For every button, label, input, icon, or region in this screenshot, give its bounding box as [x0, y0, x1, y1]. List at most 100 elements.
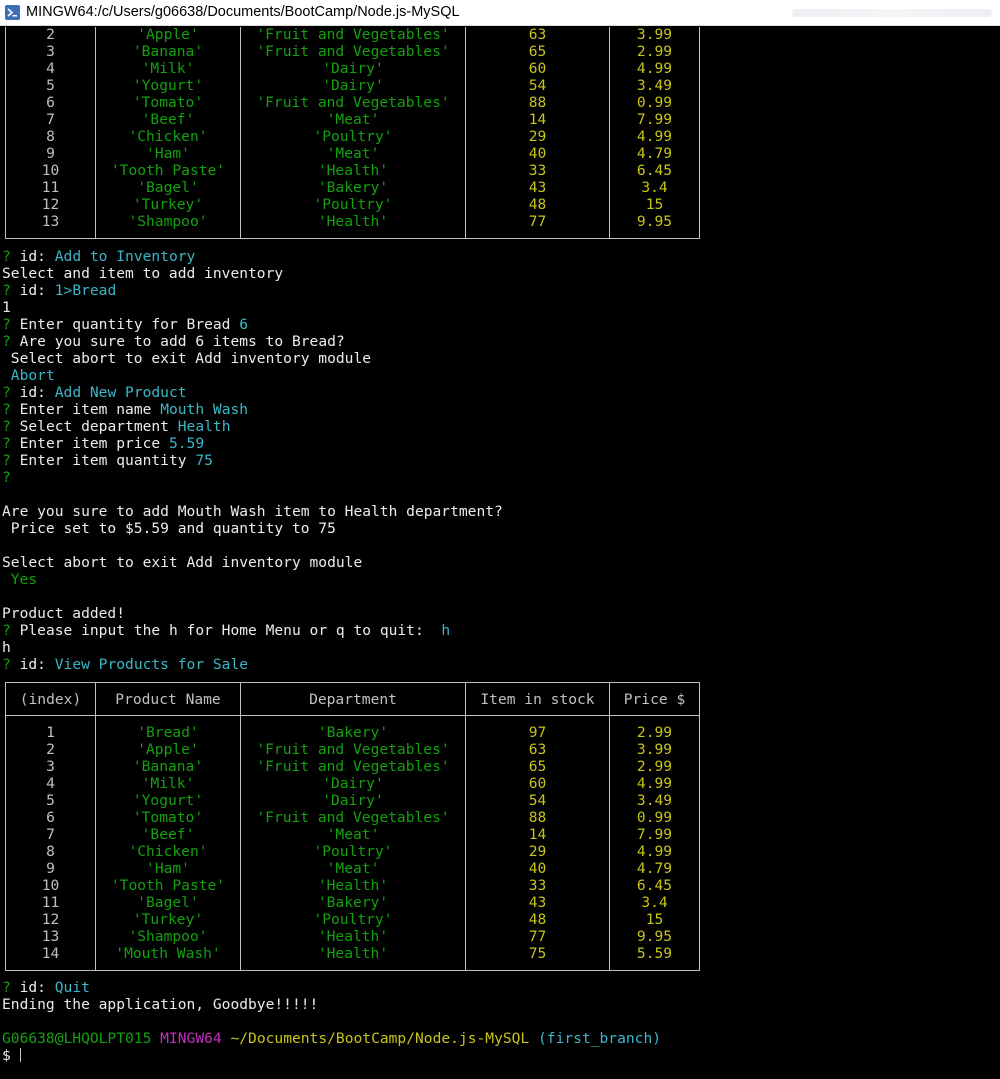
log-line: Are you sure to add Mouth Wash item to H…	[2, 503, 503, 520]
price-cell: 2.99	[609, 758, 700, 775]
table-row: 12 'Turkey' 'Poultry' 48 15	[5, 196, 700, 213]
log-line: Select abort to exit Add inventory modul…	[2, 554, 363, 571]
index-cell: 3	[5, 758, 96, 775]
index-cell: 7	[5, 111, 96, 128]
index-cell: 13	[5, 213, 96, 230]
stock-cell: 43	[465, 179, 610, 196]
price-cell: 15	[609, 911, 700, 928]
stock-cell: 33	[465, 162, 610, 179]
department-cell: 'Fruit and Vegetables'	[240, 758, 466, 775]
stock-cell: 60	[465, 60, 610, 77]
department-cell: 'Meat'	[240, 111, 466, 128]
table-row: 8 'Chicken' 'Poultry' 29 4.99	[5, 843, 700, 860]
index-cell: 4	[5, 775, 96, 792]
department-cell: 'Poultry'	[240, 196, 466, 213]
index-cell: 6	[5, 809, 96, 826]
price-cell: 15	[609, 196, 700, 213]
product-name-cell: 'Bagel'	[95, 179, 241, 196]
log-line: 1	[2, 299, 11, 316]
department-cell: 'Bakery'	[240, 724, 466, 741]
column-header: (index)	[5, 682, 96, 716]
product-name-cell: 'Turkey'	[95, 196, 241, 213]
price-cell: 2.99	[609, 43, 700, 60]
prompt-user: G06638@LHQOLPT015	[2, 1030, 152, 1047]
price-cell: 6.45	[609, 877, 700, 894]
table-row: 9 'Ham' 'Meat' 40 4.79	[5, 145, 700, 162]
product-name-cell: 'Tomato'	[95, 94, 241, 111]
department-cell: 'Fruit and Vegetables'	[240, 94, 466, 111]
product-name-cell: 'Chicken'	[95, 128, 241, 145]
log-line: ? id: Add New Product	[2, 384, 187, 401]
price-cell: 4.99	[609, 843, 700, 860]
table-row: 6 'Tomato' 'Fruit and Vegetables' 88 0.99	[5, 94, 700, 111]
index-cell: 2	[5, 741, 96, 758]
stock-cell: 48	[465, 196, 610, 213]
table-row: 2 'Apple' 'Fruit and Vegetables' 63 3.99	[5, 27, 700, 43]
log-line: Ending the application, Goodbye!!!!!	[2, 996, 319, 1013]
department-cell: 'Dairy'	[240, 775, 466, 792]
product-name-cell: 'Apple'	[95, 741, 241, 758]
product-name-cell: 'Milk'	[95, 775, 241, 792]
price-cell: 2.99	[609, 724, 700, 741]
index-cell: 3	[5, 43, 96, 60]
department-cell: 'Health'	[240, 945, 466, 962]
stock-cell: 14	[465, 111, 610, 128]
index-cell: 5	[5, 792, 96, 809]
price-cell: 3.49	[609, 792, 700, 809]
window-controls-area[interactable]	[792, 9, 992, 17]
index-cell: 8	[5, 843, 96, 860]
stock-cell: 75	[465, 945, 610, 962]
table-row: 8 'Chicken' 'Poultry' 29 4.99	[5, 128, 700, 145]
price-cell: 4.79	[609, 860, 700, 877]
department-cell: 'Meat'	[240, 826, 466, 843]
index-cell: 12	[5, 196, 96, 213]
index-cell: 5	[5, 77, 96, 94]
product-name-cell: 'Yogurt'	[95, 792, 241, 809]
department-cell: 'Fruit and Vegetables'	[240, 43, 466, 60]
window-titlebar[interactable]: MINGW64:/c/Users/g06638/Documents/BootCa…	[0, 0, 1000, 26]
stock-cell: 77	[465, 213, 610, 230]
table-row: 14 'Mouth Wash' 'Health' 75 5.59	[5, 945, 700, 962]
product-name-cell: 'Yogurt'	[95, 77, 241, 94]
stock-cell: 63	[465, 27, 610, 43]
department-cell: 'Bakery'	[240, 179, 466, 196]
table-row: 5 'Yogurt' 'Dairy' 54 3.49	[5, 792, 700, 809]
stock-cell: 65	[465, 758, 610, 775]
stock-cell: 48	[465, 911, 610, 928]
price-cell: 3.99	[609, 741, 700, 758]
column-header: Product Name	[95, 682, 241, 716]
product-name-cell: 'Bread'	[95, 724, 241, 741]
log-line: ? id: Quit	[2, 979, 90, 996]
terminal-output[interactable]: 2 'Apple' 'Fruit and Vegetables' 63 3.99 3 'Ba…	[0, 27, 1000, 1079]
product-name-cell: 'Beef'	[95, 111, 241, 128]
command-line[interactable]: $	[2, 1047, 21, 1064]
stock-cell: 97	[465, 724, 610, 741]
price-cell: 0.99	[609, 94, 700, 111]
department-cell: 'Poultry'	[240, 128, 466, 145]
stock-cell: 88	[465, 94, 610, 111]
product-name-cell: 'Shampoo'	[95, 928, 241, 945]
log-line: ? Enter item quantity 75	[2, 452, 213, 469]
table-row: 3 'Banana' 'Fruit and Vegetables' 65 2.99	[5, 758, 700, 775]
department-cell: 'Fruit and Vegetables'	[240, 27, 466, 43]
department-cell: 'Health'	[240, 928, 466, 945]
log-line: ?	[2, 469, 11, 486]
department-cell: 'Poultry'	[240, 911, 466, 928]
window-title: MINGW64:/c/Users/g06638/Documents/BootCa…	[26, 4, 460, 20]
product-name-cell: 'Ham'	[95, 145, 241, 162]
department-cell: 'Fruit and Vegetables'	[240, 809, 466, 826]
stock-cell: 43	[465, 894, 610, 911]
stock-cell: 54	[465, 792, 610, 809]
table-row: 6 'Tomato' 'Fruit and Vegetables' 88 0.99	[5, 809, 700, 826]
index-cell: 11	[5, 179, 96, 196]
column-header: Department	[240, 682, 466, 716]
product-name-cell: 'Tooth Paste'	[95, 162, 241, 179]
text-cursor	[19, 1048, 21, 1062]
stock-cell: 65	[465, 43, 610, 60]
inventory-table-top: 2 'Apple' 'Fruit and Vegetables' 63 3.99 3 'Ba…	[5, 27, 700, 239]
index-cell: 12	[5, 911, 96, 928]
department-cell: 'Bakery'	[240, 894, 466, 911]
price-cell: 6.45	[609, 162, 700, 179]
log-line: ? id: Add to Inventory	[2, 248, 196, 265]
price-cell: 3.4	[609, 894, 700, 911]
